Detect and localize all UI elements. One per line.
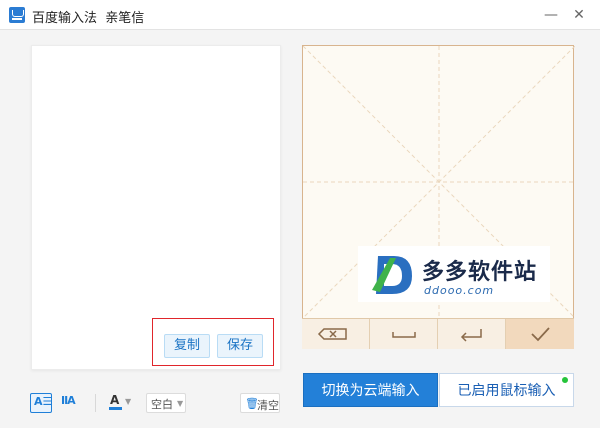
- enter-key[interactable]: [438, 319, 506, 349]
- check-icon: [531, 327, 550, 342]
- chevron-down-icon: ▼: [177, 399, 184, 408]
- close-button[interactable]: ✕: [568, 4, 590, 26]
- vertical-layout-icon: IIA: [61, 394, 76, 407]
- watermark-title: 多多软件站: [422, 260, 538, 285]
- background-value: 空白: [151, 398, 173, 411]
- font-color-dropdown[interactable]: A ▼: [107, 393, 133, 413]
- font-color-icon: A: [110, 393, 120, 407]
- font-color-swatch: [109, 407, 122, 410]
- background-dropdown[interactable]: 空白 ▼: [146, 393, 186, 413]
- vertical-layout-button[interactable]: IIA: [59, 393, 81, 413]
- switch-to-cloud-input-button[interactable]: 切换为云端输入: [303, 373, 438, 407]
- horizontal-layout-icon: A☰: [34, 395, 53, 408]
- save-button[interactable]: 保存: [217, 334, 263, 358]
- watermark-logo: [372, 256, 412, 294]
- backspace-icon: [317, 328, 347, 340]
- space-icon: [392, 332, 416, 338]
- space-key[interactable]: [370, 319, 438, 349]
- mouse-input-button[interactable]: 已启用鼠标输入: [439, 373, 574, 407]
- watermark-url: ddooo.com: [424, 284, 495, 297]
- title-bar: 百度输入法 亲笔信 — ✕: [0, 0, 600, 30]
- toolbar-divider: [95, 394, 96, 412]
- copy-button[interactable]: 复制: [164, 334, 210, 358]
- mouse-input-status-dot: [562, 377, 568, 383]
- chevron-down-icon: ▼: [125, 397, 132, 406]
- minimize-button[interactable]: —: [540, 4, 562, 26]
- site-watermark: 多多软件站 ddooo.com: [358, 246, 550, 302]
- clear-label: 清空: [257, 399, 279, 412]
- clear-button[interactable]: 🗑 清空: [240, 393, 280, 413]
- window-title: 百度输入法 亲笔信: [32, 11, 145, 26]
- confirm-key[interactable]: [506, 319, 574, 349]
- horizontal-layout-button[interactable]: A☰: [30, 393, 52, 413]
- handwriting-key-row: [302, 318, 574, 349]
- backspace-key[interactable]: [302, 319, 370, 349]
- enter-icon: [460, 329, 482, 342]
- baidu-ime-app-icon: [9, 7, 25, 23]
- handwriting-pad[interactable]: [302, 45, 575, 349]
